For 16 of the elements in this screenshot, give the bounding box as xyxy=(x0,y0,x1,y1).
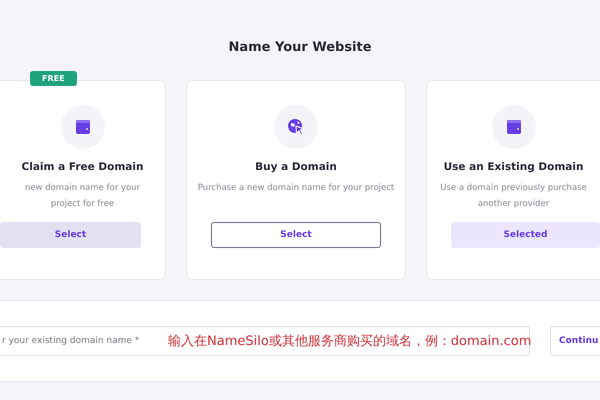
select-button[interactable]: Selected xyxy=(451,222,600,248)
wallet-icon xyxy=(504,118,522,136)
annotation-text: 输入在NameSilo或其他服务商购买的域名，例：domain.com xyxy=(168,333,532,350)
continue-button[interactable]: Continu xyxy=(550,326,600,356)
option-description: Purchase a new domain name for your project xyxy=(198,182,394,195)
select-button[interactable]: Select xyxy=(0,222,141,248)
page-title: Name Your Website xyxy=(228,39,372,56)
option-description: new domain name for your project for free xyxy=(24,182,142,211)
option-description: Use a domain previously purchase another provider xyxy=(439,182,588,211)
select-button[interactable]: Select xyxy=(211,222,381,248)
free-badge: FREE xyxy=(30,71,77,86)
wallet-icon xyxy=(74,118,92,136)
option-heading: Buy a Domain xyxy=(255,161,337,173)
globe-cursor-icon xyxy=(287,118,305,136)
option-heading: Use an Existing Domain xyxy=(444,161,584,173)
option-heading: Claim a Free Domain xyxy=(22,161,144,173)
